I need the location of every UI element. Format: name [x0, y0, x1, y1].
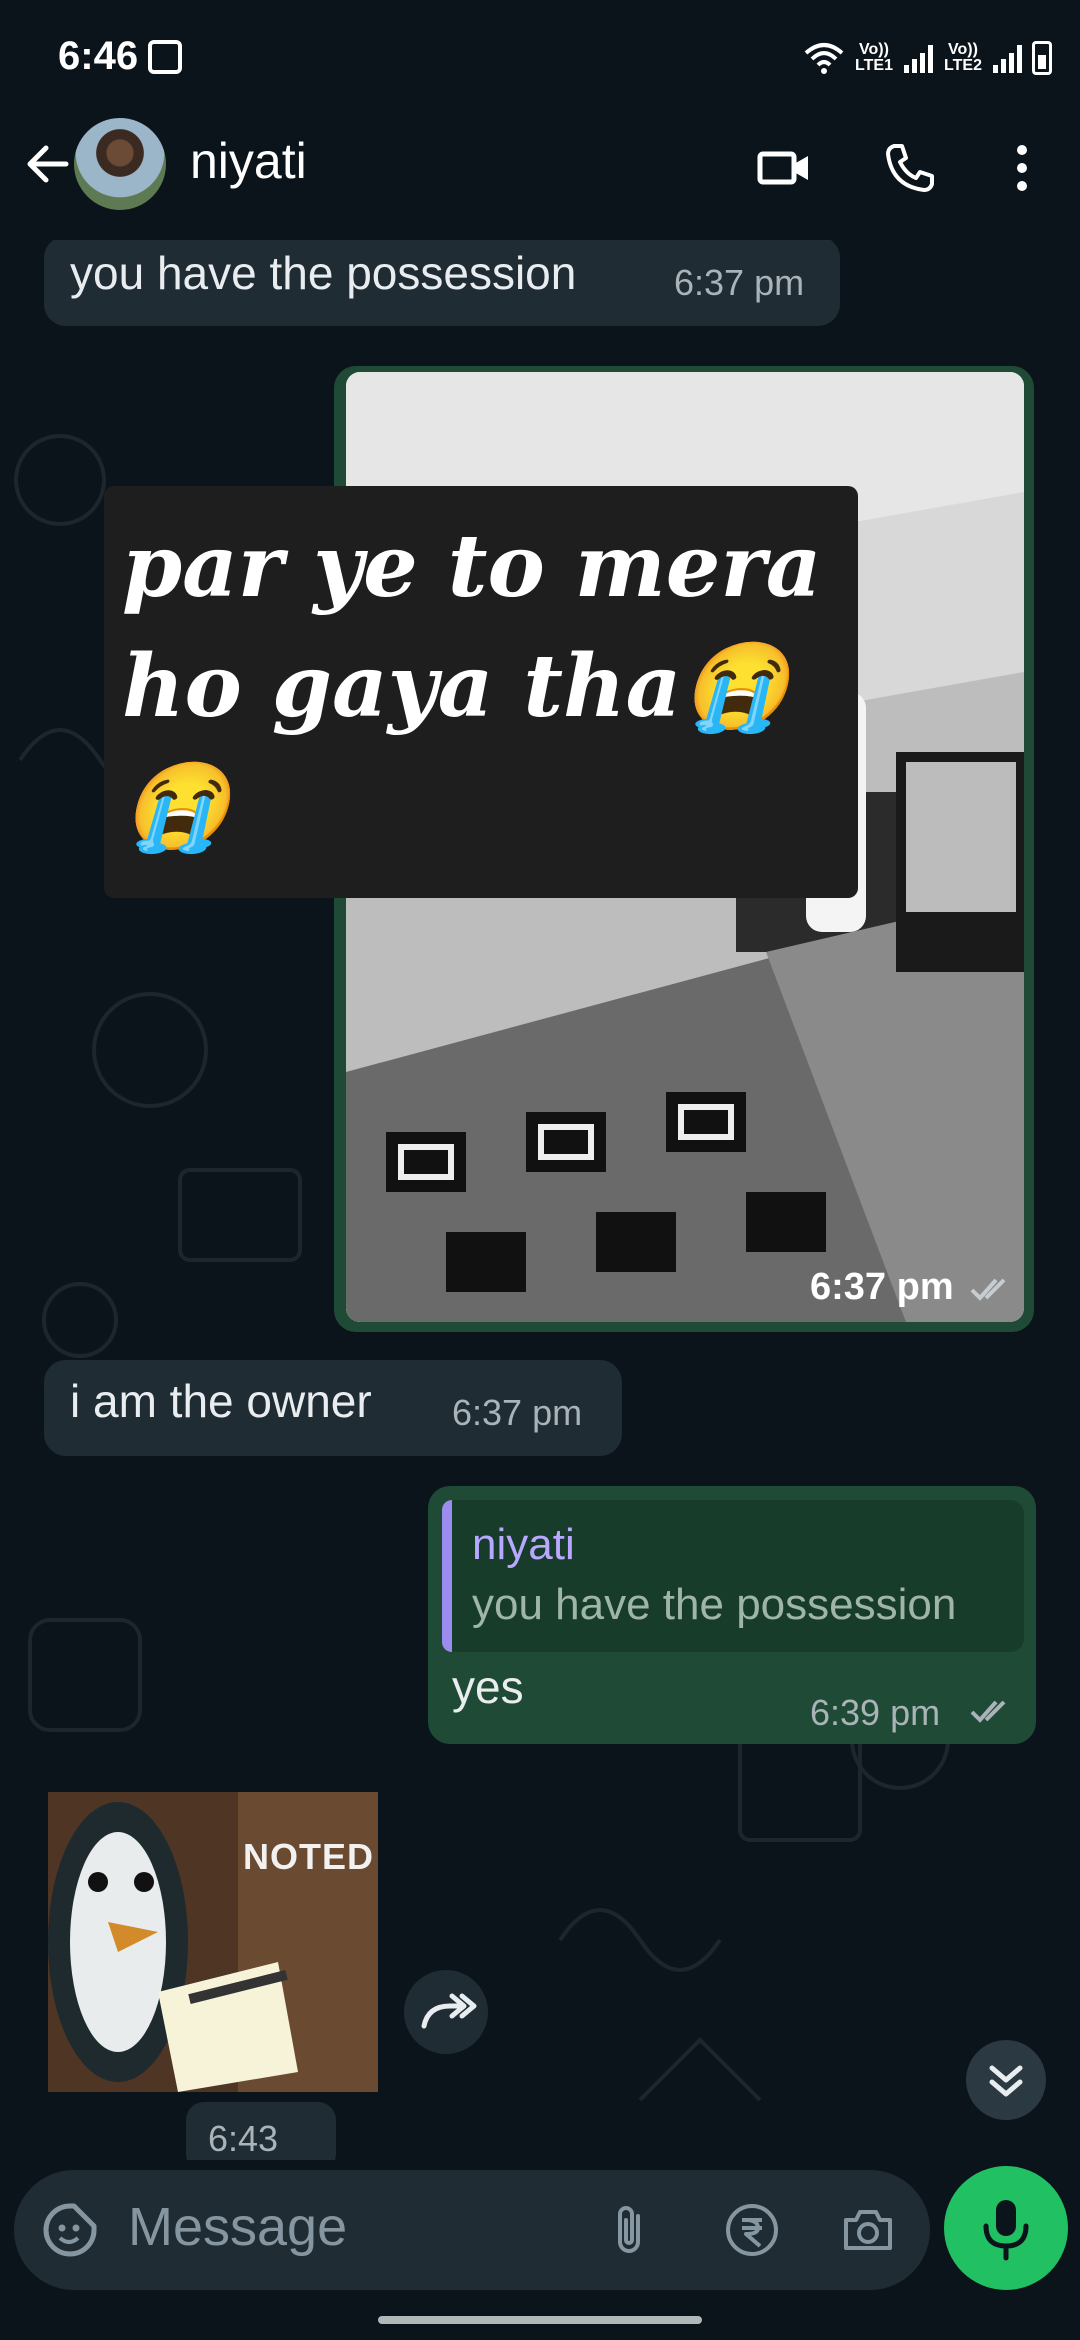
read-receipt-icon — [970, 1700, 1006, 1723]
chat-area[interactable]: you have the possession 6:37 pm 6:37 pm — [0, 240, 1080, 2160]
forward-button[interactable] — [404, 1970, 488, 2054]
image-time: 6:37 pm — [810, 1266, 954, 1308]
message-time: 6:43 pm — [208, 2118, 279, 2159]
reply-accent-bar — [442, 1500, 452, 1652]
message-time: 6:39 pm — [810, 1692, 941, 1733]
image-overlay-caption: par ye to mera ho gaya tha😭 😭 — [104, 486, 858, 898]
overlay-line-2: ho gaya tha😭 — [122, 636, 789, 737]
wifi-icon — [804, 43, 844, 74]
message-text: you have the possession — [70, 247, 577, 299]
more-options-icon[interactable] — [1002, 138, 1062, 198]
reply-quoted-text: you have the possession — [472, 1580, 957, 1629]
reply-sender-name: niyati — [472, 1520, 575, 1569]
read-receipt-icon — [970, 1278, 1006, 1301]
message-time: 6:37 pm — [674, 262, 805, 303]
status-indicators: Vo)) LTE1 Vo)) LTE2 — [804, 36, 1052, 80]
rupee-payment-icon[interactable] — [722, 2200, 782, 2260]
sticker-noted[interactable]: NOTED — [48, 1792, 378, 2092]
voice-message-button[interactable] — [944, 2166, 1068, 2290]
sim1-label: Vo)) LTE1 — [855, 41, 893, 74]
signal-strength-sim2-icon — [993, 43, 1022, 73]
message-input-placeholder[interactable]: Message — [128, 2196, 347, 2258]
camera-icon[interactable] — [838, 2200, 898, 2260]
message-text: yes — [452, 1661, 524, 1713]
quoted-reply[interactable]: niyati you have the possession — [442, 1500, 1024, 1652]
gesture-navigation-handle[interactable] — [378, 2316, 702, 2324]
message-bubble-incoming[interactable]: i am the owner 6:37 pm — [44, 1360, 622, 1456]
scroll-to-bottom-button[interactable] — [966, 2040, 1046, 2120]
message-text: i am the owner — [70, 1375, 372, 1427]
contact-name[interactable]: niyati — [190, 132, 307, 190]
message-time: 6:37 pm — [452, 1392, 583, 1433]
contact-avatar[interactable] — [74, 118, 166, 210]
overlay-line-3: 😭 — [122, 756, 230, 857]
sticker-time-pill: 6:43 pm — [186, 2102, 336, 2160]
sticker-caption: NOTED — [243, 1836, 374, 1877]
gallery-notification-icon — [148, 40, 182, 74]
emoji-sticker-icon[interactable] — [40, 2200, 100, 2260]
video-call-icon[interactable] — [754, 138, 814, 198]
message-bubble-incoming[interactable]: you have the possession 6:37 pm — [44, 240, 840, 326]
double-chevron-down-icon — [989, 2065, 1023, 2097]
mic-icon — [983, 2200, 1029, 2261]
battery-charging-icon — [1032, 41, 1052, 75]
attach-icon[interactable] — [600, 2200, 660, 2260]
back-arrow-icon[interactable] — [18, 134, 78, 194]
overlay-line-1: par ye to mera — [122, 516, 822, 617]
forward-icon — [421, 1993, 477, 2029]
status-bar: 6:46 Vo)) LTE1 Vo)) LTE2 — [0, 0, 1080, 110]
status-time: 6:46 — [58, 34, 139, 78]
signal-strength-sim1-icon — [904, 43, 933, 73]
sim2-label: Vo)) LTE2 — [944, 41, 982, 74]
voice-call-icon[interactable] — [880, 138, 940, 198]
